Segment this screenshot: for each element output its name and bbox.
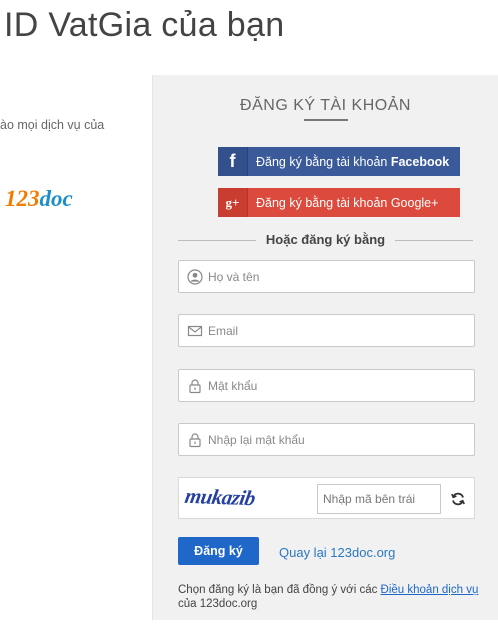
refresh-icon[interactable] <box>449 490 467 508</box>
fullname-input[interactable]: Họ và tên <box>178 260 475 293</box>
facebook-label-prefix: Đăng ký bằng tài khoản <box>256 154 391 169</box>
confirm-password-placeholder: Nhập lại mật khẩu <box>208 432 305 447</box>
lock-icon <box>187 378 203 394</box>
logo-123doc[interactable]: 123doc <box>5 186 73 212</box>
logo-part-doc: doc <box>39 186 73 211</box>
email-placeholder: Email <box>208 323 239 338</box>
divider-line-right <box>395 240 473 241</box>
email-input[interactable]: Email <box>178 314 475 347</box>
page-heading: ID VatGia của bạn <box>4 6 285 44</box>
lock-icon <box>187 432 203 448</box>
facebook-label-brand: Facebook <box>390 154 450 169</box>
facebook-icon: f <box>218 147 248 176</box>
register-submit-button[interactable]: Đăng ký <box>178 537 259 565</box>
terms-suffix: của 123doc.org <box>178 598 258 610</box>
back-to-123doc-link[interactable]: Quay lại 123doc.org <box>279 545 395 560</box>
terms-prefix: Chọn đăng ký là bạn đã đồng ý với các <box>178 584 381 596</box>
tagline-text: ào mọi dịch vụ của <box>0 118 105 132</box>
user-icon <box>187 268 203 285</box>
captcha-image: mukazib <box>183 483 258 511</box>
facebook-button-label: Đăng ký bằng tài khoản Facebook <box>248 155 460 169</box>
terms-text: Chọn đăng ký là bạn đã đồng ý với các Đi… <box>178 583 488 611</box>
page: ID VatGia của bạn ào mọi dịch vụ của 123… <box>0 0 498 640</box>
google-button-label: Đăng ký bằng tài khoản Google+ <box>256 195 439 210</box>
password-placeholder: Mật khẩu <box>208 378 258 393</box>
logo-part-number: 123 <box>5 186 40 211</box>
captcha-input[interactable]: Nhập mã bên trái <box>317 484 441 514</box>
fullname-placeholder: Họ và tên <box>208 269 260 284</box>
password-input[interactable]: Mật khẩu <box>178 369 475 402</box>
google-register-button[interactable]: g+ Đăng ký bằng tài khoản Google+ <box>218 188 460 217</box>
envelope-icon <box>187 323 203 339</box>
facebook-register-button[interactable]: f Đăng ký bằng tài khoản Facebook <box>218 147 460 176</box>
register-panel: ĐĂNG KÝ TÀI KHOẢN f Đăng ký bằng tài kho… <box>152 75 498 620</box>
confirm-password-input[interactable]: Nhập lại mật khẩu <box>178 423 475 456</box>
captcha-box: mukazib Nhập mã bên trái <box>178 477 475 519</box>
terms-link[interactable]: Điều khoản dịch vụ <box>381 584 479 596</box>
title-underline <box>304 119 348 121</box>
google-plus-icon: g+ <box>218 188 248 217</box>
or-divider: Hoặc đăng ký bằng <box>178 232 473 248</box>
register-title: ĐĂNG KÝ TÀI KHOẢN <box>240 97 411 114</box>
